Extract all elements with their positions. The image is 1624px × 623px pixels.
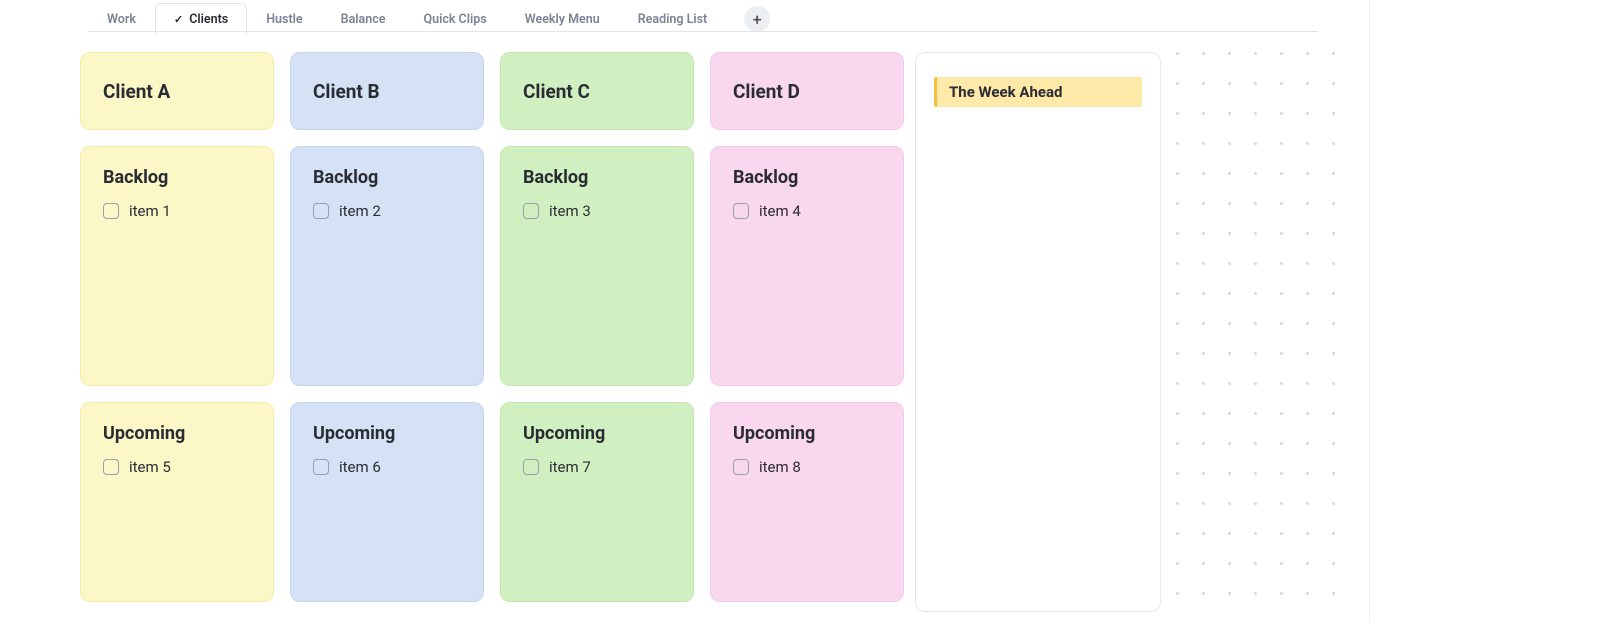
card-header-client-b[interactable]: Client B xyxy=(290,52,484,130)
card-title: Client D xyxy=(733,80,800,103)
tab-label: Work xyxy=(107,12,136,27)
checkbox[interactable] xyxy=(733,459,749,475)
card-upcoming-client-d[interactable]: Upcoming item 8 xyxy=(710,402,904,602)
todo-label: item 8 xyxy=(759,458,801,476)
checkbox[interactable] xyxy=(733,203,749,219)
todo-label: item 6 xyxy=(339,458,381,476)
card-upcoming-client-a[interactable]: Upcoming item 5 xyxy=(80,402,274,602)
section-title: Backlog xyxy=(103,167,251,188)
list-item: item 2 xyxy=(313,202,461,220)
checkbox[interactable] xyxy=(103,459,119,475)
column-client-a: Client A Backlog item 1 Upcoming item 5 xyxy=(80,52,274,602)
todo-label: item 1 xyxy=(129,202,171,220)
section-title: Backlog xyxy=(523,167,671,188)
todo-label: item 2 xyxy=(339,202,381,220)
card-title: Client B xyxy=(313,80,380,103)
board-canvas: Work ✓ Clients Hustle Balance Quick Clip… xyxy=(0,0,1370,623)
check-icon: ✓ xyxy=(174,14,183,25)
board-content: Client A Backlog item 1 Upcoming item 5 xyxy=(80,52,904,602)
card-upcoming-client-c[interactable]: Upcoming item 7 xyxy=(500,402,694,602)
tab-label: Weekly Menu xyxy=(525,12,600,27)
section-title: Upcoming xyxy=(523,423,671,444)
checkbox[interactable] xyxy=(313,203,329,219)
checkbox[interactable] xyxy=(313,459,329,475)
todo-label: item 3 xyxy=(549,202,591,220)
list-item: item 6 xyxy=(313,458,461,476)
plus-icon: + xyxy=(753,10,762,29)
list-item: item 8 xyxy=(733,458,881,476)
todo-label: item 4 xyxy=(759,202,801,220)
checkbox[interactable] xyxy=(523,459,539,475)
list-item: item 3 xyxy=(523,202,671,220)
card-title: Client A xyxy=(103,80,170,103)
column-client-d: Client D Backlog item 4 Upcoming item 8 xyxy=(710,52,904,602)
list-item: item 4 xyxy=(733,202,881,220)
tabs-bar: Work ✓ Clients Hustle Balance Quick Clip… xyxy=(0,0,1369,38)
tab-label: Hustle xyxy=(266,12,302,27)
section-title: Backlog xyxy=(313,167,461,188)
tab-label: Balance xyxy=(341,12,386,27)
tabs-underline xyxy=(88,31,1318,32)
section-title: Backlog xyxy=(733,167,881,188)
card-header-client-c[interactable]: Client C xyxy=(500,52,694,130)
add-tab-button[interactable]: + xyxy=(744,6,770,32)
card-backlog-client-d[interactable]: Backlog item 4 xyxy=(710,146,904,386)
tab-label: Clients xyxy=(189,12,228,27)
list-item: item 7 xyxy=(523,458,671,476)
card-backlog-client-c[interactable]: Backlog item 3 xyxy=(500,146,694,386)
tab-label: Quick Clips xyxy=(423,12,486,27)
column-client-c: Client C Backlog item 3 Upcoming item 7 xyxy=(500,52,694,602)
panel-heading-text: The Week Ahead xyxy=(949,83,1062,101)
dot-grid-background xyxy=(1176,52,1356,612)
section-title: Upcoming xyxy=(733,423,881,444)
card-backlog-client-a[interactable]: Backlog item 1 xyxy=(80,146,274,386)
todo-label: item 7 xyxy=(549,458,591,476)
section-title: Upcoming xyxy=(313,423,461,444)
list-item: item 5 xyxy=(103,458,251,476)
todo-label: item 5 xyxy=(129,458,171,476)
card-header-client-a[interactable]: Client A xyxy=(80,52,274,130)
checkbox[interactable] xyxy=(523,203,539,219)
panel-heading: The Week Ahead xyxy=(934,77,1142,107)
card-title: Client C xyxy=(523,80,590,103)
card-upcoming-client-b[interactable]: Upcoming item 6 xyxy=(290,402,484,602)
checkbox[interactable] xyxy=(103,203,119,219)
list-item: item 1 xyxy=(103,202,251,220)
tab-label: Reading List xyxy=(638,12,708,27)
section-title: Upcoming xyxy=(103,423,251,444)
column-client-b: Client B Backlog item 2 Upcoming item 6 xyxy=(290,52,484,602)
card-header-client-d[interactable]: Client D xyxy=(710,52,904,130)
card-backlog-client-b[interactable]: Backlog item 2 xyxy=(290,146,484,386)
side-panel-week-ahead[interactable]: The Week Ahead xyxy=(915,52,1161,612)
